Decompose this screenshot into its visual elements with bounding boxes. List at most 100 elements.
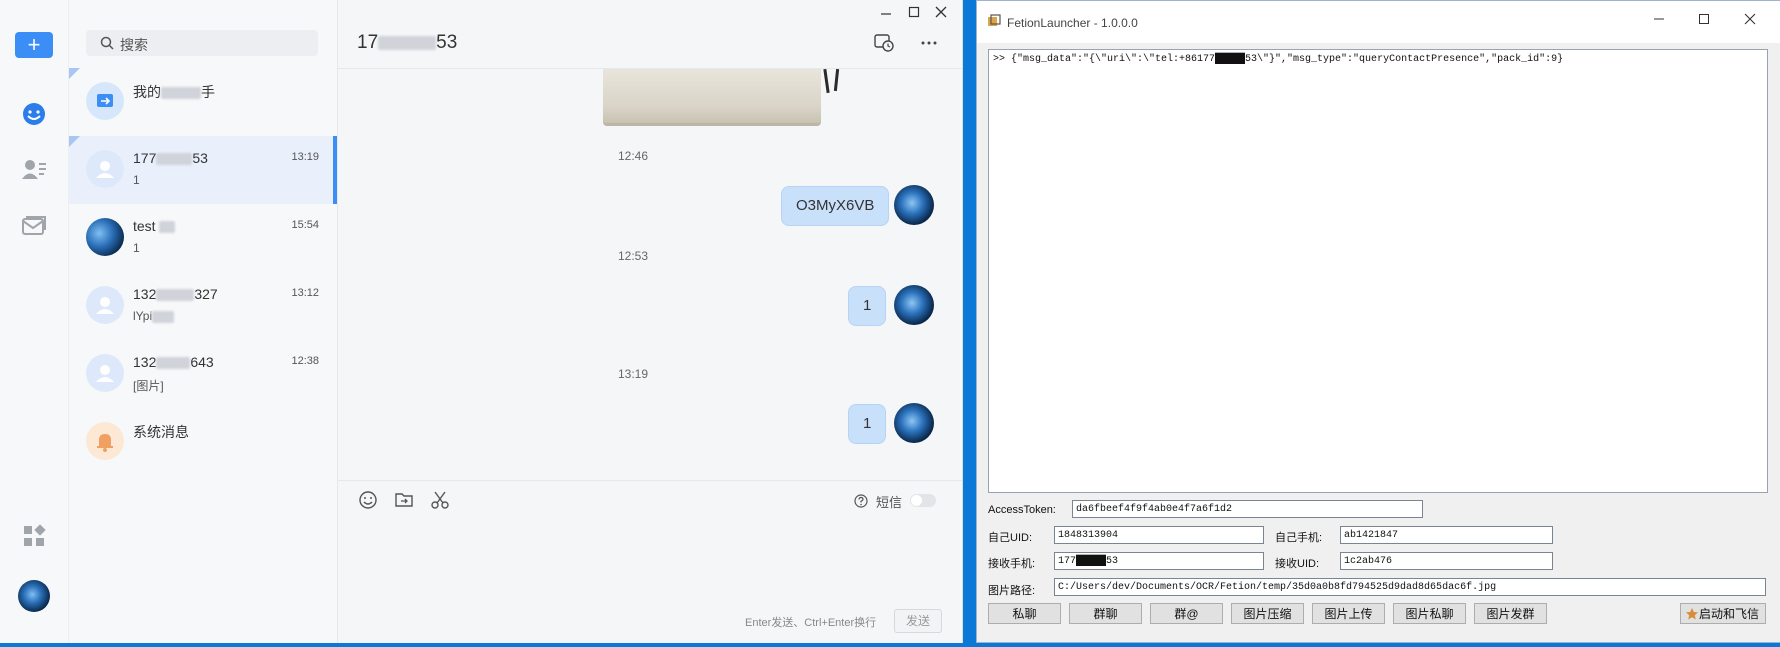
nav-rail: + <box>0 0 69 643</box>
more-icon[interactable] <box>920 40 938 46</box>
sms-label: 短信 <box>876 495 903 510</box>
conversation-item[interactable]: 132 327 lYpi 13:12 <box>69 272 337 340</box>
maximize-icon[interactable] <box>908 6 920 18</box>
image-group-button[interactable]: 图片发群 <box>1474 603 1547 624</box>
file-helper-avatar <box>86 82 124 120</box>
conversation-name: 我的手 <box>133 84 215 100</box>
folder-icon <box>97 94 113 107</box>
close-icon[interactable] <box>935 6 947 18</box>
title-bar[interactable]: FetionLauncher - 1.0.0.0 <box>977 1 1780 43</box>
message-bubble[interactable]: O3MyX6VB <box>781 186 890 226</box>
conversation-name: 132 643 <box>133 354 214 370</box>
history-icon[interactable] <box>874 34 894 52</box>
log-line: >> {"msg_data":"{\"uri\":\"tel:+86177███… <box>993 54 1564 65</box>
recv-phone-input[interactable]: 177█████53 <box>1054 552 1264 570</box>
group-avatar <box>86 218 124 256</box>
contact-avatar <box>86 286 124 324</box>
conversation-item[interactable]: 系统消息 <box>69 408 337 476</box>
self-phone-label: 自己手机: <box>1275 532 1323 544</box>
launch-fetion-label: 启动和飞信 <box>1698 607 1759 621</box>
sms-toggle[interactable] <box>910 494 936 507</box>
launcher-window: FetionLauncher - 1.0.0.0 >> {"msg_data":… <box>976 0 1780 643</box>
recv-uid-input[interactable]: 1c2ab476 <box>1340 552 1553 570</box>
sender-avatar[interactable] <box>894 285 934 325</box>
contacts-icon[interactable] <box>20 155 48 183</box>
conversation-item[interactable]: test 1 15:54 <box>69 204 337 272</box>
message-bubble[interactable]: 1 <box>848 286 887 326</box>
minimize-icon[interactable] <box>880 6 892 18</box>
message-list[interactable]: 12:46 O3MyX6VB 12:53 1 13:19 1 <box>338 69 962 479</box>
private-chat-button[interactable]: 私聊 <box>988 603 1061 624</box>
image-path-label: 图片路径: <box>988 585 1036 597</box>
search-icon <box>100 36 114 50</box>
scissors-icon[interactable] <box>430 490 450 510</box>
pinned-marker <box>69 136 80 147</box>
maximize-icon[interactable] <box>1698 13 1710 25</box>
chat-pane: 17 53 12:46 O3MyX6VB 12:53 1 13:19 1 短信 … <box>338 0 962 643</box>
app-icon <box>988 14 1001 26</box>
conversation-list: 搜索 我的手 177 53 1 13:19 test 1 15:54 132 3… <box>69 0 338 643</box>
conversation-name: 系统消息 <box>133 424 189 440</box>
contact-avatar <box>86 354 124 392</box>
active-indicator <box>333 136 337 204</box>
conversation-snippet: [图片] <box>133 379 164 393</box>
image-message[interactable] <box>603 69 840 126</box>
conversation-name: test <box>133 218 176 234</box>
message-bubble[interactable]: 1 <box>848 404 887 444</box>
chat-header: 17 53 <box>338 0 962 69</box>
message-timestamp: 13:19 <box>617 367 649 381</box>
group-chat-button[interactable]: 群聊 <box>1069 603 1142 624</box>
bell-icon <box>97 434 113 452</box>
image-compress-button[interactable]: 图片压缩 <box>1231 603 1304 624</box>
apps-grid-icon[interactable] <box>20 522 48 550</box>
conversation-name: 177 53 <box>133 150 208 166</box>
person-icon <box>96 161 114 178</box>
self-phone-input[interactable]: ab1421847 <box>1340 526 1553 544</box>
mailbox-icon[interactable] <box>20 212 48 240</box>
pinned-marker <box>69 68 80 79</box>
conversation-item[interactable]: 我的手 <box>69 68 337 136</box>
conversation-time: 13:19 <box>291 151 319 163</box>
recv-uid-label: 接收UID: <box>1275 558 1319 570</box>
search-placeholder: 搜索 <box>120 37 148 53</box>
search-input[interactable]: 搜索 <box>86 30 318 56</box>
conversation-name: 132 327 <box>133 286 218 302</box>
composer-divider <box>338 480 962 481</box>
close-icon[interactable] <box>1744 13 1756 25</box>
group-mention-button[interactable]: 群@ <box>1150 603 1223 624</box>
send-button[interactable]: 发送 <box>894 609 942 633</box>
conversation-snippet: 1 <box>133 173 140 187</box>
log-textarea[interactable]: >> {"msg_data":"{\"uri\":\"tel:+86177███… <box>988 49 1768 493</box>
conversation-item-active[interactable]: 177 53 1 13:19 <box>69 136 337 204</box>
folder-icon[interactable] <box>394 490 414 510</box>
star-icon <box>1686 608 1698 620</box>
conversation-time: 15:54 <box>291 219 319 231</box>
send-hint: Enter发送、Ctrl+Enter换行 <box>745 617 877 629</box>
contact-avatar <box>86 150 124 188</box>
message-timestamp: 12:46 <box>617 149 649 163</box>
image-private-button[interactable]: 图片私聊 <box>1393 603 1466 624</box>
recv-phone-label: 接收手机: <box>988 558 1036 570</box>
conversation-item[interactable]: 132 643 [图片] 12:38 <box>69 340 337 408</box>
image-path-input[interactable]: C:/Users/dev/Documents/OCR/Fetion/temp/3… <box>1054 578 1766 596</box>
chat-icon[interactable] <box>20 100 48 128</box>
conversation-snippet: lYpi <box>133 309 175 323</box>
message-timestamp: 12:53 <box>617 249 649 263</box>
minimize-icon[interactable] <box>1653 13 1665 25</box>
emoji-icon[interactable] <box>358 490 378 510</box>
new-chat-button[interactable]: + <box>15 32 53 58</box>
user-avatar[interactable] <box>18 580 50 612</box>
launch-fetion-button[interactable]: 启动和飞信 <box>1680 603 1766 624</box>
chat-window: + 搜索 我的 手 177 53 1 13:19 test 1 15:54 13… <box>0 0 963 643</box>
access-token-label: AccessToken: <box>988 504 1056 516</box>
self-uid-label: 自己UID: <box>988 532 1032 544</box>
conversation-time: 13:12 <box>291 287 319 299</box>
sender-avatar[interactable] <box>894 185 934 225</box>
access-token-input[interactable]: da6fbeef4f9f4ab0e4f7a6f1d2 <box>1072 500 1423 518</box>
chat-title: 17 53 <box>357 32 458 53</box>
conversation-time: 12:38 <box>291 355 319 367</box>
help-icon[interactable] <box>854 494 868 508</box>
sender-avatar[interactable] <box>894 403 934 443</box>
image-upload-button[interactable]: 图片上传 <box>1312 603 1385 624</box>
self-uid-input[interactable]: 1848313904 <box>1054 526 1264 544</box>
